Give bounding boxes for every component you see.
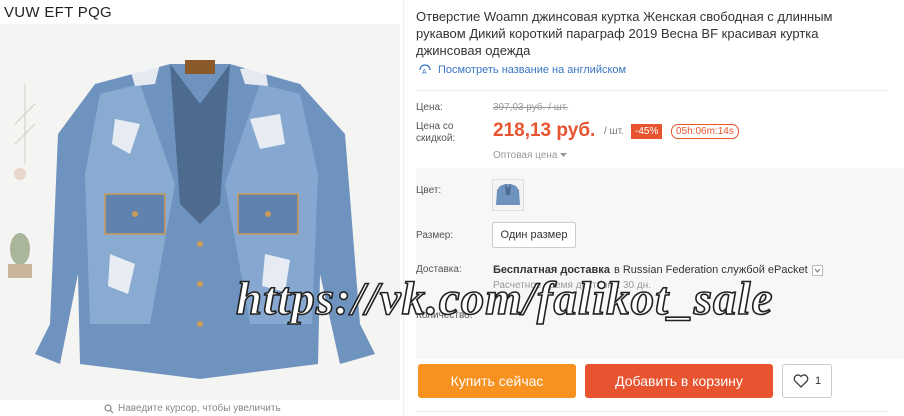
translate-link-text[interactable]: Посмотреть название на английском	[438, 64, 626, 76]
wholesale-price-dropdown[interactable]: Оптовая цена	[493, 150, 568, 161]
color-label: Цвет:	[416, 185, 442, 196]
wishlist-button[interactable]: 1	[782, 364, 832, 398]
quantity-label: Количество:	[416, 310, 473, 321]
current-price: 218,13 руб.	[493, 120, 596, 141]
zoom-hint: Наведите курсор, чтобы увеличить	[104, 403, 281, 414]
discount-price-label: Цена со скидкой:	[416, 121, 456, 144]
per-unit: / шт.	[604, 126, 624, 137]
magnifier-icon	[104, 403, 114, 413]
delivery-method-text: в Russian Federation службой ePacket	[613, 264, 808, 276]
jacket-thumbnail	[493, 180, 523, 210]
product-photo[interactable]	[0, 24, 400, 400]
translate-link[interactable]: A Посмотреть название на английском	[418, 64, 626, 76]
product-image-panel: VUW EFT PQG Наведите курсор, чтобы увели…	[0, 0, 404, 416]
discount-badge: -45%	[631, 124, 663, 139]
buy-now-button[interactable]: Купить сейчас	[418, 364, 576, 398]
divider	[416, 90, 888, 91]
delivery-time: Расчетное время доставки: 30 дн.	[493, 280, 652, 291]
wholesale-label[interactable]: Оптовая цена	[493, 150, 557, 161]
heart-icon	[793, 374, 809, 388]
delivery-label: Доставка:	[416, 264, 462, 275]
options-panel: Цвет: Размер: Один размер Доставка: Бесп…	[416, 168, 904, 359]
countdown-timer: 05h:06m:14s	[671, 124, 739, 139]
delivery-dropdown-icon[interactable]	[811, 264, 823, 276]
product-title: Отверстие Woamn джинсовая куртка Женская…	[416, 9, 833, 58]
price-label: Цена:	[416, 102, 443, 113]
free-delivery-text: Бесплатная доставка	[493, 264, 610, 276]
size-option-button[interactable]: Один размер	[492, 222, 576, 248]
brand-label: VUW EFT PQG	[4, 4, 113, 21]
old-price: 397,03 руб. / шт.	[493, 102, 569, 113]
color-swatch[interactable]	[492, 179, 524, 211]
divider	[416, 411, 888, 412]
zoom-hint-text: Наведите курсор, чтобы увеличить	[118, 403, 281, 414]
chevron-down-icon	[560, 153, 568, 157]
add-to-cart-button[interactable]: Добавить в корзину	[585, 364, 773, 398]
delivery-info: Бесплатная доставка в Russian Federation…	[493, 264, 823, 276]
product-info: Отверстие Woamn джинсовая куртка Женская…	[416, 0, 904, 416]
svg-text:A: A	[422, 69, 427, 76]
wishlist-count: 1	[814, 375, 822, 387]
size-label: Размер:	[416, 230, 454, 241]
translate-icon: A	[419, 64, 431, 76]
